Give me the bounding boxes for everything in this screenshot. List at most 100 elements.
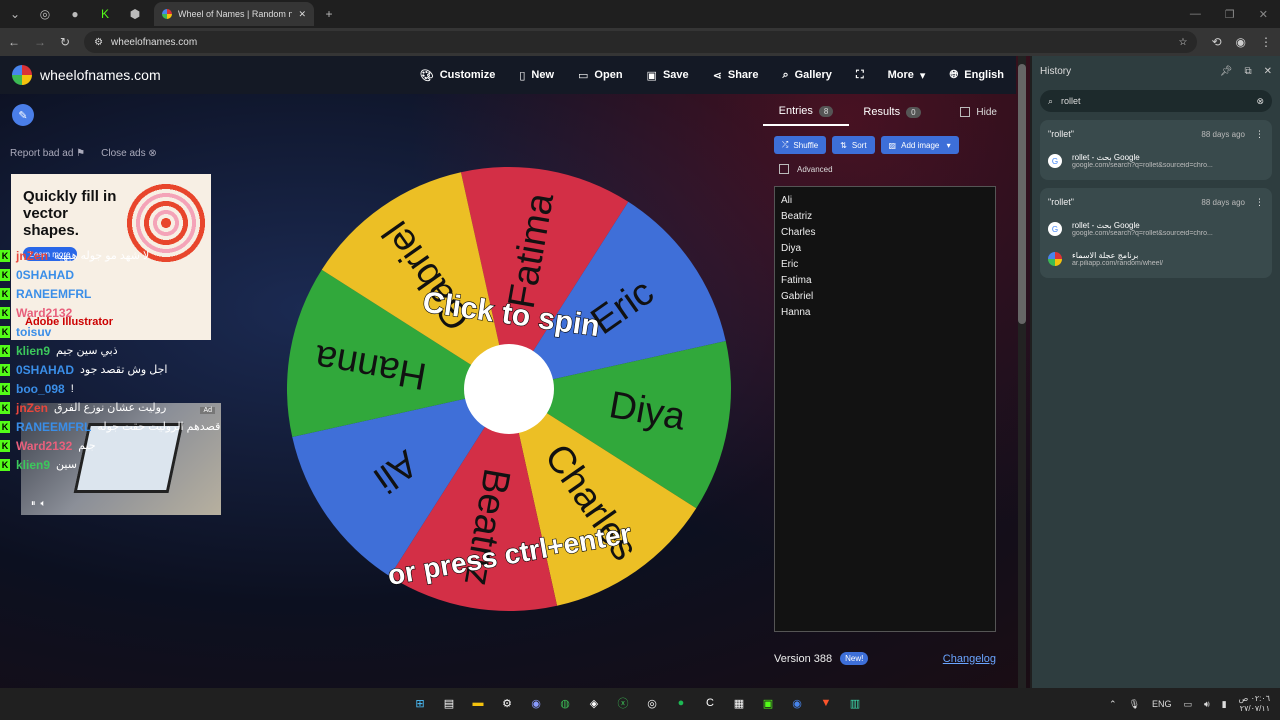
new-tab-button[interactable]: + — [314, 2, 344, 26]
xbox-icon[interactable]: ⓧ — [613, 692, 633, 714]
pin-icon[interactable]: 📌︎ — [1220, 66, 1233, 77]
back-icon[interactable]: ← — [8, 35, 20, 49]
tab-active[interactable]: Wheel of Names | Random nam ✕ — [154, 2, 314, 26]
language-button[interactable]: 🌐︎ English — [949, 69, 1004, 82]
logo-text: wheelofnames.com — [40, 67, 161, 83]
sort-button[interactable]: ⇅ Sort — [832, 136, 875, 154]
mic-icon[interactable]: 🎙︎ — [1129, 699, 1140, 710]
menu-kebab-icon[interactable]: ⋮ — [1260, 35, 1272, 49]
chat-username[interactable]: RANEEMFRL — [16, 287, 91, 301]
more-options-icon[interactable]: ⋮ — [1255, 197, 1264, 208]
chat-username[interactable]: 0SHAHAD — [16, 363, 74, 377]
share-button[interactable]: ⋖ Share — [713, 69, 759, 82]
chat-username[interactable]: klien9 — [16, 458, 50, 472]
address-bar[interactable]: ⚙ wheelofnames.com ☆ — [84, 31, 1198, 53]
battery-icon[interactable]: ▮ — [1222, 699, 1227, 710]
mute-icon[interactable]: 🔈︎ — [41, 498, 46, 508]
more-options-icon[interactable]: ⋮ — [1255, 129, 1264, 140]
app-icon-1[interactable]: ▦ — [729, 692, 749, 714]
chat-username[interactable]: 0SHAHAD — [16, 268, 74, 282]
tray-overflow-icon[interactable]: ⌃ — [1109, 699, 1117, 710]
edit-pencil-button[interactable]: ✎ — [12, 104, 34, 126]
report-bad-ad-link[interactable]: Report bad ad ⚑ — [10, 148, 85, 159]
wheel-hub[interactable] — [464, 344, 554, 434]
forward-icon[interactable]: → — [34, 35, 46, 49]
clear-search-icon[interactable]: ⊗ — [1256, 96, 1264, 107]
volume-icon[interactable]: 🔊︎ — [1204, 699, 1210, 710]
chat-username[interactable]: Ward2132 — [16, 306, 72, 320]
obs-icon[interactable]: ◎ — [642, 692, 662, 714]
chat-username[interactable]: klien9 — [16, 344, 50, 358]
scrollbar-thumb[interactable] — [1018, 64, 1026, 324]
pause-icon[interactable]: ⏸ — [31, 498, 36, 508]
history-icon[interactable]: ⟲ — [1211, 35, 1221, 49]
history-entry[interactable]: Grollet - بحث Google google.com/search?q=… — [1048, 150, 1264, 172]
steam-icon[interactable]: ◈ — [584, 692, 604, 714]
video-controls[interactable]: ⏸ 🔈︎ — [31, 498, 46, 509]
chat-username[interactable]: RANEEMFRL — [16, 420, 91, 434]
maximize-icon[interactable]: ❐ — [1225, 8, 1235, 21]
site-scrollbar[interactable] — [1018, 56, 1026, 688]
chrome-icon[interactable]: ◍ — [555, 692, 575, 714]
app-icon-3[interactable]: ◉ — [787, 692, 807, 714]
start-windows-icon[interactable]: ⊞ — [410, 692, 430, 714]
hide-toggle[interactable]: Hide — [960, 107, 1007, 118]
chat-username[interactable]: jnZen — [16, 401, 48, 415]
clock[interactable]: ٠٢:٠٦ ص ٢٧/٠٧/١١ — [1239, 694, 1270, 714]
network-icon[interactable]: ▭ — [1184, 699, 1193, 710]
app-icon-2[interactable]: ▣ — [758, 692, 778, 714]
history-entry[interactable]: برنامج عجلة الاسماء ar.piliapp.com/random… — [1048, 248, 1264, 270]
tab-entries[interactable]: Entries 8 — [763, 98, 849, 126]
open-in-new-icon[interactable]: ⧉ — [1244, 66, 1251, 77]
hide-checkbox[interactable] — [960, 107, 971, 117]
advanced-toggle[interactable]: Advanced — [763, 164, 1007, 174]
chat-username[interactable]: Ward2132 — [16, 439, 72, 453]
site-logo[interactable]: wheelofnames.com — [12, 65, 161, 85]
kick-badge-icon: K — [0, 401, 10, 414]
save-button[interactable]: ▣ Save — [647, 69, 689, 82]
tab-results[interactable]: Results 0 — [849, 98, 935, 126]
tab-pinned-4[interactable]: ⬢ — [120, 2, 150, 26]
tab-pinned-2[interactable]: ● — [60, 2, 90, 26]
changelog-link[interactable]: Changelog — [943, 653, 996, 665]
open-button[interactable]: ▭ Open — [578, 69, 623, 82]
tab-search-button[interactable]: ⌄ — [0, 2, 30, 26]
settings-icon[interactable]: ⚙ — [497, 692, 517, 714]
history-entry[interactable]: Grollet - بحث Google google.com/search?q=… — [1048, 218, 1264, 240]
app-icon-4[interactable]: ▥ — [845, 692, 865, 714]
brave-icon[interactable]: ▼ — [816, 692, 836, 714]
advanced-checkbox[interactable] — [779, 164, 789, 174]
chat-username[interactable]: jnZen — [16, 249, 48, 263]
store-icon[interactable]: ▤ — [439, 692, 459, 714]
entries-textarea[interactable]: Ali Beatriz Charles Diya Eric Fatima Gabriel Ha… — [774, 186, 996, 632]
profile-icon[interactable]: ◉ — [1236, 35, 1246, 49]
chat-username[interactable]: boo_098 — [16, 382, 65, 396]
wheel-svg[interactable]: Fatima EricDiyaCharlesBeatrizAliHannaGabr… — [286, 166, 732, 612]
chat-username[interactable]: toisuv — [16, 325, 51, 339]
spotify-icon[interactable]: ● — [671, 692, 691, 714]
fullscreen-button[interactable]: ⛶ — [856, 69, 864, 82]
chat-message: K RANEEMFRL — [0, 284, 300, 303]
close-panel-icon[interactable]: ✕ — [1264, 66, 1272, 77]
site-info-icon[interactable]: ⚙ — [94, 37, 103, 48]
shuffle-button[interactable]: ⤮ Shuffle — [774, 136, 827, 154]
minimize-icon[interactable]: — — [1190, 8, 1201, 21]
add-image-button[interactable]: ▨ Add image ▾ — [880, 136, 959, 154]
customize-button[interactable]: 🎨︎ Customize — [420, 69, 496, 82]
history-search-input[interactable]: ⌕ rollet ⊗ — [1040, 90, 1272, 112]
discord-icon[interactable]: ◉ — [526, 692, 546, 714]
ccleaner-icon[interactable]: C — [700, 692, 720, 714]
gallery-button[interactable]: ⌕ Gallery — [782, 69, 831, 82]
tab-pinned-1[interactable]: ◎ — [30, 2, 60, 26]
more-button[interactable]: More ▾ — [888, 69, 926, 82]
bookmark-star-icon[interactable]: ☆ — [1178, 37, 1187, 48]
file-explorer-icon[interactable]: ▬ — [468, 692, 488, 714]
close-ads-link[interactable]: Close ads ⊗ — [101, 148, 157, 159]
close-window-icon[interactable]: ✕ — [1259, 8, 1268, 21]
tab-close-icon[interactable]: ✕ — [298, 9, 306, 20]
tab-pinned-3[interactable]: K — [90, 2, 120, 26]
language-indicator[interactable]: ENG — [1152, 699, 1172, 709]
spin-wheel[interactable]: Fatima Eric Diya Charles Beatriz Ali Hanna Gabr… — [286, 166, 732, 612]
new-button[interactable]: ▯ New — [519, 69, 554, 82]
reload-icon[interactable]: ↻ — [60, 35, 70, 49]
